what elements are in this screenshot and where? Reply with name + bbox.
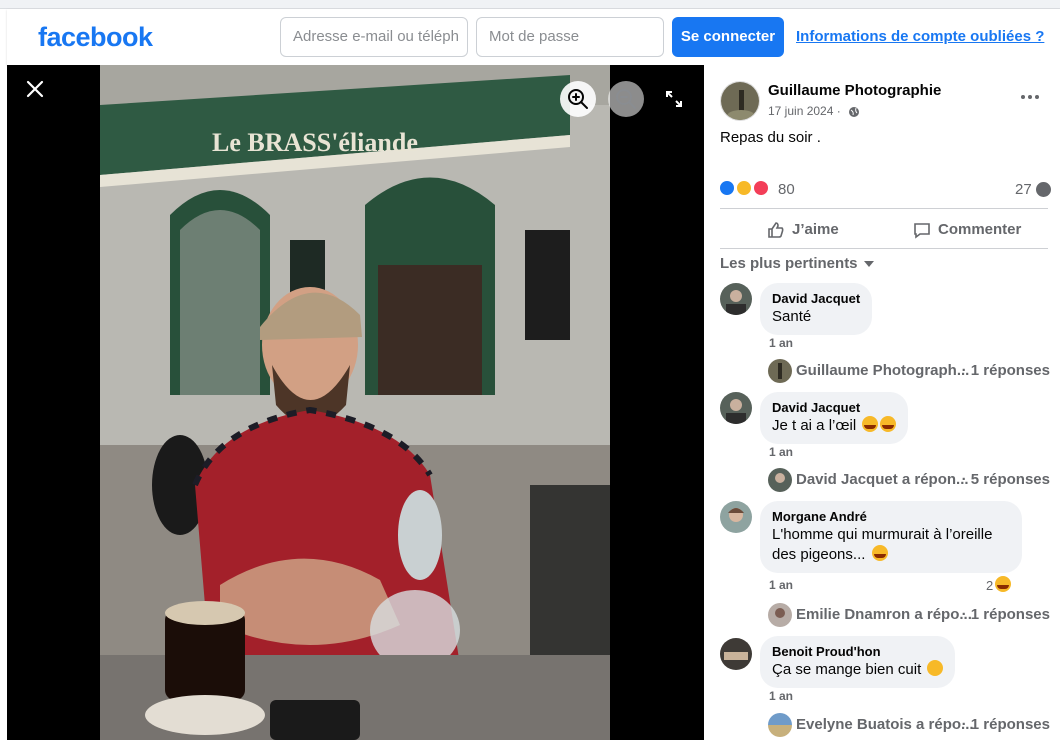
comment-bubble: Morgane André L'homme qui murmurait à l’… — [760, 501, 1022, 573]
commenter-avatar[interactable] — [720, 283, 752, 315]
post-photo: Le BRASS'éliande — [100, 65, 610, 740]
commenter-avatar[interactable] — [720, 392, 752, 424]
zoom-in-icon — [568, 89, 588, 109]
commenter-name[interactable]: Morgane André — [772, 509, 1010, 525]
comment-text: Santé — [772, 308, 812, 325]
like-button[interactable]: J’aime — [766, 213, 839, 247]
comment-bubble: Benoit Proud'hon Ça se mange bien cuit — [760, 636, 956, 688]
haha-reaction-icon — [735, 179, 753, 197]
comment-reaction-count: 2 — [986, 578, 994, 593]
replies-count: · 1 réponses — [961, 606, 1050, 623]
zoom-in-button[interactable] — [560, 81, 596, 117]
reply-avatar — [768, 713, 792, 737]
zoom-out-button[interactable] — [608, 81, 644, 117]
email-input[interactable]: Adresse e-mail ou téléph — [280, 17, 468, 57]
view-replies-link[interactable]: Guillaume Photograph... · 1 réponses — [768, 359, 1050, 383]
comment-bubble: David Jacquet Je t ai a l’œil — [760, 392, 909, 444]
comment-sort-dropdown[interactable]: Les plus pertinents — [720, 255, 874, 272]
love-reaction-icon — [752, 179, 770, 197]
close-viewer-button[interactable] — [21, 75, 49, 103]
commenter-name[interactable]: David Jacquet — [772, 291, 860, 307]
view-replies-link[interactable]: Evelyne Buatois a répo... · 1 réponses — [768, 713, 1050, 737]
more-options-button[interactable] — [1018, 89, 1042, 105]
forgot-account-link[interactable]: Informations de compte oubliées ? — [796, 28, 1044, 45]
replies-preview: Evelyne Buatois a répo... — [796, 716, 974, 733]
divider — [720, 208, 1048, 209]
view-replies-link[interactable]: Emilie Dnamron a répo... · 1 réponses — [768, 603, 1050, 627]
post-date[interactable]: 17 juin 2024 · — [768, 104, 841, 118]
comment-time[interactable]: 1 an — [769, 689, 793, 703]
like-label: J’aime — [792, 221, 839, 238]
fullscreen-icon — [666, 91, 682, 107]
comment-count[interactable]: 27 — [1015, 181, 1032, 198]
comment-bubble-icon — [1036, 182, 1051, 197]
password-input[interactable]: Mot de passe — [476, 17, 664, 57]
public-globe-icon — [848, 105, 860, 117]
commenter-name[interactable]: David Jacquet — [772, 400, 896, 416]
replies-preview: Emilie Dnamron a répo... — [796, 606, 972, 623]
more-dots-icon — [1021, 95, 1039, 99]
laughing-emoji-icon — [880, 416, 897, 432]
replies-preview: Guillaume Photograph... — [796, 362, 970, 379]
comment-text: Ça se mange bien cuit — [772, 661, 922, 678]
comment-time[interactable]: 1 an — [769, 578, 793, 592]
replies-count: · 1 réponses — [961, 716, 1050, 733]
browser-top-strip — [0, 0, 1060, 9]
photo-illustration: Le BRASS'éliande — [100, 65, 610, 740]
view-replies-link[interactable]: David Jacquet a répon... · 5 réponses — [768, 468, 1050, 492]
divider — [720, 248, 1048, 249]
comment-reactions[interactable]: 2 — [986, 576, 1012, 593]
thumbs-up-icon — [768, 222, 784, 238]
post-text: Repas du soir . — [720, 129, 821, 146]
reaction-icons[interactable] — [718, 179, 770, 199]
replies-count: · 5 réponses — [961, 471, 1050, 488]
post-panel: Guillaume Photographie 17 juin 2024 · Re… — [704, 65, 1060, 740]
like-reaction-icon — [718, 179, 736, 197]
comment-time[interactable]: 1 an — [769, 336, 793, 350]
commenter-avatar[interactable] — [720, 638, 752, 670]
author-avatar[interactable] — [720, 81, 760, 121]
comment-time[interactable]: 1 an — [769, 445, 793, 459]
post-author-name[interactable]: Guillaume Photographie — [768, 82, 941, 99]
reply-avatar — [768, 359, 792, 383]
close-icon — [26, 80, 44, 98]
zoom-out-icon — [616, 89, 636, 109]
rofl-emoji-icon — [871, 545, 888, 561]
reply-avatar — [768, 468, 792, 492]
replies-count: · 1 réponses — [961, 362, 1050, 379]
comment-text: Je t ai a l’œil — [772, 417, 857, 434]
comment-bubble: David Jacquet Santé — [760, 283, 873, 335]
comment-label: Commenter — [938, 221, 1022, 238]
reply-avatar — [768, 603, 792, 627]
reaction-count[interactable]: 80 — [778, 181, 795, 198]
sort-label: Les plus pertinents — [720, 255, 858, 272]
replies-preview: David Jacquet a répon... — [796, 471, 969, 488]
awning-sign-text: Le BRASS'éliande — [212, 128, 418, 157]
login-button[interactable]: Se connecter — [672, 17, 784, 57]
photo-viewer: Le BRASS'éliande — [7, 65, 704, 740]
caret-down-icon — [863, 261, 874, 268]
avatar-image — [721, 82, 759, 120]
comment-button[interactable]: Commenter — [912, 213, 1021, 247]
haha-reaction-icon — [995, 576, 1012, 592]
laughing-emoji-icon — [862, 416, 879, 432]
commenter-name[interactable]: Benoit Proud'hon — [772, 644, 943, 660]
top-navbar: facebook Adresse e-mail ou téléph Mot de… — [7, 9, 1060, 65]
grin-emoji-icon — [927, 660, 944, 676]
facebook-logo[interactable]: facebook — [38, 22, 153, 53]
comment-icon — [914, 223, 930, 239]
fullscreen-button[interactable] — [664, 89, 684, 109]
commenter-avatar[interactable] — [720, 501, 752, 533]
